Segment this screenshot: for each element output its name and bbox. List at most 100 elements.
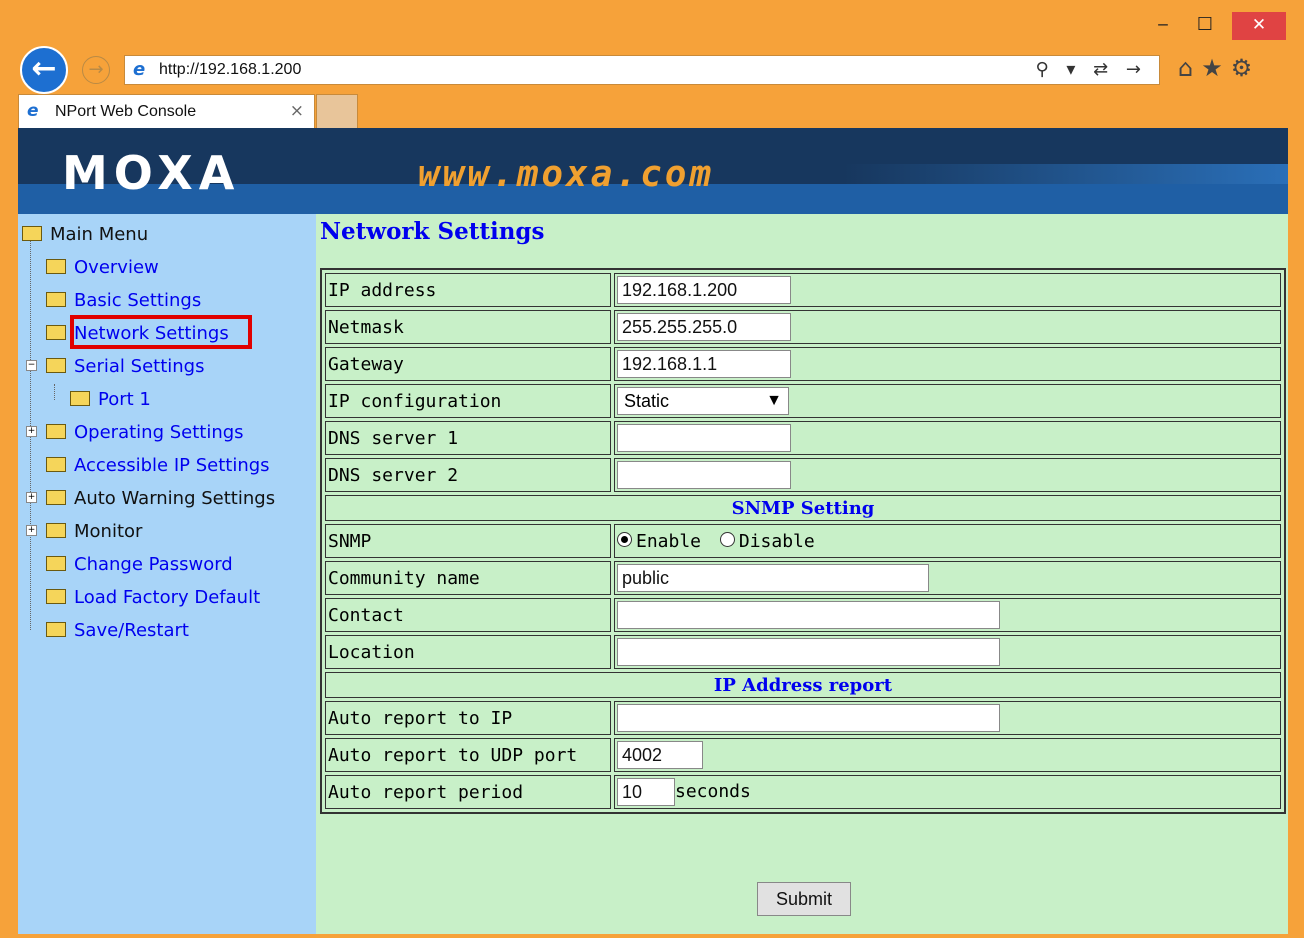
sidebar-item-basic-settings[interactable]: Basic Settings — [46, 288, 201, 314]
netmask-label: Netmask — [325, 310, 611, 344]
expand-icon[interactable]: + — [26, 492, 37, 503]
auto-report-ip-cell — [614, 701, 1281, 735]
maximize-button[interactable]: ☐ — [1190, 12, 1220, 40]
sidebar-item-monitor[interactable]: Monitor — [46, 519, 142, 545]
table-row: IP address 192.168.1.200 — [325, 273, 1281, 307]
collapse-icon[interactable]: − — [26, 360, 37, 371]
auto-report-ip-label: Auto report to IP — [325, 701, 611, 735]
moxa-logo: MOXA — [62, 146, 241, 200]
table-row: Auto report to IP — [325, 701, 1281, 735]
dns-server-1-cell — [614, 421, 1281, 455]
sidebar-root[interactable]: Main Menu — [22, 222, 148, 248]
address-bar[interactable]: e http://192.168.1.200 ⚲ ▾ ⇄ → — [124, 55, 1160, 85]
folder-icon — [46, 555, 66, 571]
auto-report-period-input[interactable]: 10 — [617, 778, 675, 806]
contact-input[interactable] — [617, 601, 1000, 629]
location-cell — [614, 635, 1281, 669]
contact-cell — [614, 598, 1281, 632]
dns-server-2-cell — [614, 458, 1281, 492]
tab-title: NPort Web Console — [55, 103, 197, 120]
sidebar-item-label: Basic Settings — [74, 290, 202, 311]
table-row: IP configuration Static ▼ — [325, 384, 1281, 418]
ip-configuration-label: IP configuration — [325, 384, 611, 418]
sidebar-item-port-1[interactable]: Port 1 — [70, 387, 151, 413]
expand-icon[interactable]: + — [26, 426, 37, 437]
auto-report-period-label: Auto report period — [325, 775, 611, 809]
table-row: IP Address report — [325, 672, 1281, 698]
submit-button[interactable]: Submit — [757, 882, 851, 916]
sidebar-root-label: Main Menu — [50, 224, 149, 245]
tree-line — [54, 384, 55, 400]
url-text: http://192.168.1.200 — [159, 61, 302, 78]
ip-address-input[interactable]: 192.168.1.200 — [617, 276, 791, 304]
snmp-label: SNMP — [325, 524, 611, 558]
sidebar-item-overview[interactable]: Overview — [46, 255, 159, 281]
sidebar-item-label: Overview — [74, 257, 159, 278]
contact-label: Contact — [325, 598, 611, 632]
sidebar-item-label: Operating Settings — [74, 422, 244, 443]
ip-configuration-select[interactable]: Static ▼ — [617, 387, 789, 415]
moxa-banner: MOXA www.moxa.com — [18, 128, 1288, 214]
dns-server-1-label: DNS server 1 — [325, 421, 611, 455]
ie-tab-icon: e — [27, 101, 39, 121]
table-row: Contact — [325, 598, 1281, 632]
folder-icon — [70, 390, 90, 406]
gateway-input[interactable]: 192.168.1.1 — [617, 350, 791, 378]
new-tab-button[interactable] — [316, 94, 358, 128]
ie-logo-icon: e — [133, 59, 146, 80]
close-window-button[interactable]: ✕ — [1232, 12, 1286, 40]
dns-server-2-input[interactable] — [617, 461, 791, 489]
minimize-button[interactable]: ‒ — [1148, 12, 1178, 40]
netmask-input[interactable]: 255.255.255.0 — [617, 313, 791, 341]
forward-arrow-icon[interactable]: → — [82, 56, 110, 84]
auto-report-udp-cell: 4002 — [614, 738, 1281, 772]
folder-icon — [46, 489, 66, 505]
ip-configuration-value: Static — [624, 391, 670, 411]
auto-report-period-cell: 10 seconds — [614, 775, 1281, 809]
main-content: Network Settings IP address 192.168.1.20… — [316, 214, 1288, 934]
browser-tab[interactable]: e NPort Web Console × — [18, 94, 315, 128]
folder-icon — [46, 621, 66, 637]
page-title: Network Settings — [320, 218, 545, 245]
table-row: Auto report period 10 seconds — [325, 775, 1281, 809]
sidebar-item-serial-settings[interactable]: Serial Settings — [46, 354, 204, 380]
moxa-site-text: www.moxa.com — [418, 154, 715, 195]
expand-icon[interactable]: + — [26, 525, 37, 536]
folder-icon — [46, 324, 66, 340]
sidebar-item-label: Serial Settings — [74, 356, 205, 377]
gateway-cell: 192.168.1.1 — [614, 347, 1281, 381]
tab-close-icon[interactable]: × — [290, 101, 304, 121]
sidebar-item-change-password[interactable]: Change Password — [46, 552, 233, 578]
sidebar-item-label: Auto Warning Settings — [74, 488, 276, 509]
search-refresh-icon[interactable]: ⚲ ▾ ⇄ → — [1035, 59, 1147, 80]
home-favorites-settings-icon[interactable]: ⌂★⚙ — [1178, 54, 1260, 82]
sidebar-item-operating-settings[interactable]: Operating Settings — [46, 420, 244, 446]
snmp-disable-radio[interactable] — [719, 532, 735, 547]
auto-report-udp-label: Auto report to UDP port — [325, 738, 611, 772]
gateway-label: Gateway — [325, 347, 611, 381]
chevron-down-icon: ▼ — [766, 392, 782, 409]
snmp-cell: Enable Disable — [614, 524, 1281, 558]
community-name-input[interactable]: public — [617, 564, 929, 592]
back-arrow-icon[interactable]: ← — [20, 46, 68, 94]
sidebar-item-accessible-ip[interactable]: Accessible IP Settings — [46, 453, 270, 479]
table-row: Netmask 255.255.255.0 — [325, 310, 1281, 344]
sidebar-item-save-restart[interactable]: Save/Restart — [46, 618, 189, 644]
netmask-cell: 255.255.255.0 — [614, 310, 1281, 344]
sidebar-item-auto-warning[interactable]: Auto Warning Settings — [46, 486, 275, 512]
table-row: Community name public — [325, 561, 1281, 595]
sidebar-item-label: Change Password — [74, 554, 233, 575]
ip-report-section-header: IP Address report — [325, 672, 1281, 698]
sidebar-menu: Main Menu Overview Basic Settings Networ… — [18, 214, 316, 934]
auto-report-ip-input[interactable] — [617, 704, 1000, 732]
table-row: Location — [325, 635, 1281, 669]
snmp-disable-label: Disable — [738, 530, 815, 552]
sidebar-item-load-factory-default[interactable]: Load Factory Default — [46, 585, 260, 611]
location-label: Location — [325, 635, 611, 669]
snmp-enable-radio[interactable] — [617, 532, 632, 547]
location-input[interactable] — [617, 638, 1000, 666]
sidebar-item-label: Load Factory Default — [74, 587, 261, 608]
folder-icon — [46, 522, 66, 538]
dns-server-1-input[interactable] — [617, 424, 791, 452]
auto-report-udp-input[interactable]: 4002 — [617, 741, 703, 769]
